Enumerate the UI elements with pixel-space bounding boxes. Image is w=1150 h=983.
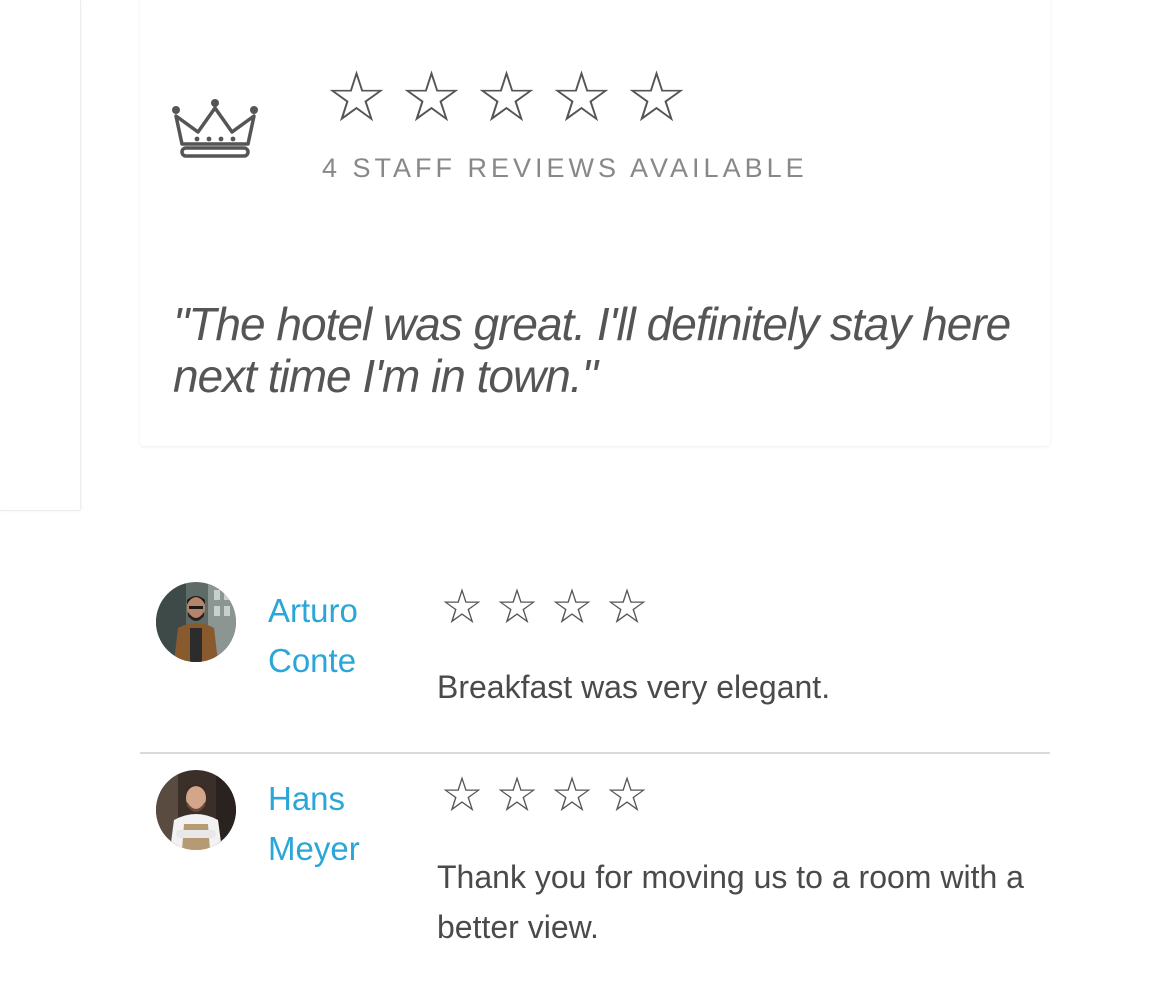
- review-text: Thank you for moving us to a room with a…: [437, 859, 1024, 945]
- review-rating-stars: ☆ ☆ ☆ ☆: [436, 772, 653, 820]
- star-icon: ☆: [625, 58, 688, 136]
- review-count-label: 4 STAFF REVIEWS AVAILABLE: [322, 153, 808, 183]
- star-icon: ☆: [550, 581, 594, 634]
- featured-quote: "The hotel was great. I'll definitely st…: [173, 298, 1011, 402]
- left-side-panel: [0, 0, 81, 511]
- reviewer-name-link[interactable]: Hans Meyer: [268, 774, 408, 874]
- page: ☆ ☆ ☆ ☆ ☆ 4 STAFF REVIEWS AVAILABLE "The…: [0, 0, 1150, 983]
- review-item: Hans Meyer ☆ ☆ ☆ ☆ Thank you for moving …: [140, 752, 1050, 974]
- overall-rating-stars: ☆ ☆ ☆ ☆ ☆: [321, 62, 692, 132]
- reviewer-avatar[interactable]: [156, 582, 236, 662]
- reviewer-avatar[interactable]: [156, 770, 236, 850]
- review-rating-stars: ☆ ☆ ☆ ☆: [436, 584, 653, 632]
- star-icon: ☆: [550, 769, 594, 822]
- review-list: Arturo Conte ☆ ☆ ☆ ☆ Breakfast was very …: [140, 572, 1050, 974]
- star-icon: ☆: [440, 769, 484, 822]
- star-icon: ☆: [605, 581, 649, 634]
- star-icon: ☆: [475, 58, 538, 136]
- review-text: Breakfast was very elegant.: [437, 669, 831, 705]
- rating-summary-card: ☆ ☆ ☆ ☆ ☆ 4 STAFF REVIEWS AVAILABLE "The…: [140, 0, 1050, 446]
- star-icon: ☆: [440, 581, 484, 634]
- review-item: Arturo Conte ☆ ☆ ☆ ☆ Breakfast was very …: [140, 572, 1050, 752]
- reviewer-name-link[interactable]: Arturo Conte: [268, 586, 408, 686]
- star-icon: ☆: [605, 769, 649, 822]
- star-icon: ☆: [550, 58, 613, 136]
- star-icon: ☆: [325, 58, 388, 136]
- star-icon: ☆: [400, 58, 463, 136]
- star-icon: ☆: [495, 769, 539, 822]
- star-icon: ☆: [495, 581, 539, 634]
- crown-icon: [172, 99, 258, 158]
